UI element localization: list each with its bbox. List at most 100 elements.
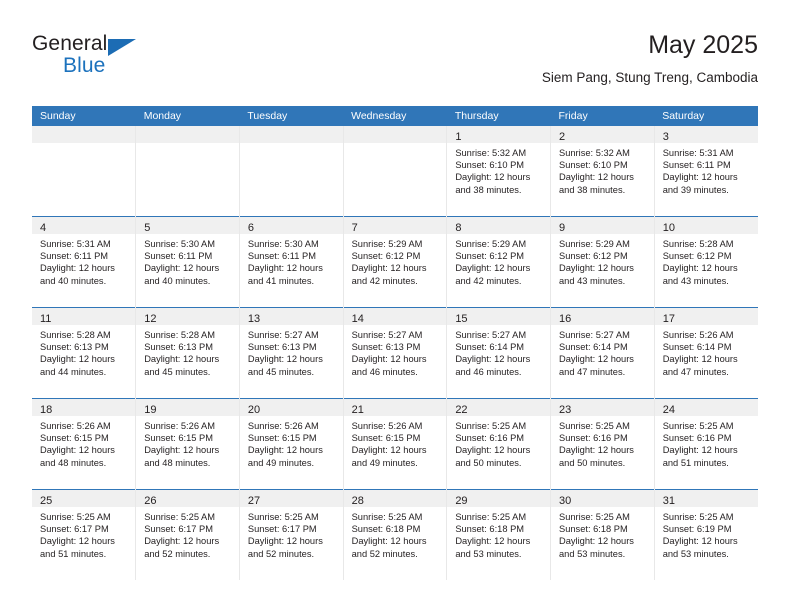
calendar-week-row: 18 Sunrise: 5:26 AM Sunset: 6:15 PM Dayligh… (32, 398, 758, 490)
day-number: 17 (662, 313, 675, 325)
daylight-text-line2: and 44 minutes. (40, 366, 107, 377)
calendar-day-cell[interactable]: 9 Sunrise: 5:29 AM Sunset: 6:12 PM Daylight… (550, 216, 655, 308)
calendar-day-cell[interactable]: 20 Sunrise: 5:26 AM Sunset: 6:15 PM Dayligh… (239, 398, 344, 490)
day-number-band: 20 (239, 399, 343, 416)
day-sun-info: Sunrise: 5:29 AM Sunset: 6:12 PM Daylight:… (447, 234, 550, 287)
sunset-text: Sunset: 6:10 PM (455, 160, 525, 171)
calendar-day-cell-empty (343, 126, 448, 217)
calendar-day-cell[interactable]: 16 Sunrise: 5:27 AM Sunset: 6:14 PM Dayligh… (550, 307, 655, 399)
general-blue-logo[interactable]: General Blue (32, 30, 272, 92)
daylight-text-line1: Daylight: 12 hours (662, 172, 738, 183)
day-sun-info: Sunrise: 5:30 AM Sunset: 6:11 PM Daylight:… (136, 234, 239, 287)
daylight-text-line2: and 50 minutes. (559, 457, 626, 468)
calendar-day-cell[interactable]: 14 Sunrise: 5:27 AM Sunset: 6:13 PM Dayligh… (343, 307, 448, 399)
calendar-day-cell[interactable]: 18 Sunrise: 5:26 AM Sunset: 6:15 PM Dayligh… (32, 398, 137, 490)
calendar-day-cell[interactable]: 31 Sunrise: 5:25 AM Sunset: 6:19 PM Dayligh… (654, 489, 758, 580)
day-sun-info: Sunrise: 5:28 AM Sunset: 6:13 PM Daylight:… (32, 325, 135, 378)
day-sun-info: Sunrise: 5:26 AM Sunset: 6:15 PM Daylight:… (344, 416, 447, 469)
daylight-text-line2: and 42 minutes. (351, 275, 418, 286)
sunrise-text: Sunrise: 5:25 AM (351, 512, 423, 522)
day-sun-info: Sunrise: 5:25 AM Sunset: 6:18 PM Daylight:… (344, 507, 447, 560)
day-number-band (239, 126, 343, 143)
calendar-day-cell-empty (239, 126, 344, 217)
calendar-day-cell[interactable]: 19 Sunrise: 5:26 AM Sunset: 6:15 PM Dayligh… (135, 398, 240, 490)
daylight-text-line2: and 53 minutes. (662, 548, 729, 559)
daylight-text-line2: and 41 minutes. (247, 275, 315, 286)
title-block: May 2025 Siem Pang, Stung Treng, Cambodi… (542, 30, 758, 88)
calendar-day-cell[interactable]: 26 Sunrise: 5:25 AM Sunset: 6:17 PM Dayligh… (135, 489, 240, 580)
calendar-day-cell[interactable]: 30 Sunrise: 5:25 AM Sunset: 6:18 PM Dayligh… (550, 489, 655, 580)
calendar-day-cell[interactable]: 8 Sunrise: 5:29 AM Sunset: 6:12 PM Daylight… (446, 216, 552, 308)
calendar-page: General Blue May 2025 Siem Pang, Stung T… (0, 0, 792, 612)
daylight-text-line1: Daylight: 12 hours (247, 263, 323, 274)
sunrise-text: Sunrise: 5:26 AM (247, 421, 319, 431)
calendar-day-cell[interactable]: 23 Sunrise: 5:25 AM Sunset: 6:16 PM Dayligh… (550, 398, 655, 490)
daylight-text-line2: and 40 minutes. (144, 275, 211, 286)
sunset-text: Sunset: 6:13 PM (351, 342, 421, 353)
daylight-text-line1: Daylight: 12 hours (40, 354, 115, 365)
day-number-band: 7 (343, 217, 447, 234)
sunset-text: Sunset: 6:10 PM (559, 160, 628, 171)
day-sun-info: Sunrise: 5:25 AM Sunset: 6:16 PM Daylight:… (447, 416, 550, 469)
calendar-day-cell[interactable]: 17 Sunrise: 5:26 AM Sunset: 6:14 PM Dayligh… (654, 307, 758, 399)
sunrise-text: Sunrise: 5:27 AM (247, 330, 319, 340)
sunrise-text: Sunrise: 5:25 AM (662, 512, 734, 522)
sunset-text: Sunset: 6:19 PM (662, 524, 732, 535)
day-number: 13 (247, 313, 261, 325)
calendar-day-cell[interactable]: 21 Sunrise: 5:26 AM Sunset: 6:15 PM Dayligh… (343, 398, 448, 490)
daylight-text-line2: and 47 minutes. (559, 366, 626, 377)
day-sun-info: Sunrise: 5:27 AM Sunset: 6:13 PM Daylight:… (344, 325, 447, 378)
calendar-day-cell[interactable]: 12 Sunrise: 5:28 AM Sunset: 6:13 PM Dayligh… (135, 307, 240, 399)
day-number-band: 12 (136, 308, 239, 325)
calendar-day-cell[interactable]: 28 Sunrise: 5:25 AM Sunset: 6:18 PM Dayligh… (343, 489, 448, 580)
day-number: 12 (144, 313, 157, 325)
day-number: 14 (351, 313, 364, 325)
sunset-text: Sunset: 6:15 PM (144, 433, 213, 444)
sunrise-text: Sunrise: 5:29 AM (559, 239, 630, 249)
daylight-text-line2: and 42 minutes. (455, 275, 522, 286)
day-sun-info: Sunrise: 5:27 AM Sunset: 6:14 PM Daylight:… (447, 325, 550, 378)
calendar-day-cell[interactable]: 2 Sunrise: 5:32 AM Sunset: 6:10 PM Daylight… (550, 126, 655, 217)
day-sun-info: Sunrise: 5:25 AM Sunset: 6:17 PM Daylight:… (136, 507, 239, 560)
day-sun-info: Sunrise: 5:25 AM Sunset: 6:18 PM Daylight:… (551, 507, 654, 560)
day-number: 25 (40, 495, 53, 507)
day-number-band: 28 (343, 490, 447, 507)
daylight-text-line1: Daylight: 12 hours (559, 263, 634, 274)
sunset-text: Sunset: 6:14 PM (662, 342, 732, 353)
calendar-day-cell[interactable]: 3 Sunrise: 5:31 AM Sunset: 6:11 PM Daylight… (654, 126, 758, 217)
calendar-day-cell[interactable]: 6 Sunrise: 5:30 AM Sunset: 6:11 PM Daylight… (239, 216, 344, 308)
calendar-day-cell[interactable]: 1 Sunrise: 5:32 AM Sunset: 6:10 PM Daylight… (446, 126, 552, 217)
sunset-text: Sunset: 6:13 PM (247, 342, 317, 353)
calendar-day-cell[interactable]: 5 Sunrise: 5:30 AM Sunset: 6:11 PM Daylight… (135, 216, 240, 308)
daylight-text-line1: Daylight: 12 hours (662, 263, 738, 274)
day-sun-info: Sunrise: 5:25 AM Sunset: 6:16 PM Daylight:… (551, 416, 654, 469)
sunset-text: Sunset: 6:18 PM (351, 524, 421, 535)
day-number-band: 17 (654, 308, 758, 325)
day-sun-info: Sunrise: 5:25 AM Sunset: 6:17 PM Daylight:… (240, 507, 343, 560)
sunrise-text: Sunrise: 5:25 AM (559, 512, 630, 522)
calendar-day-cell[interactable]: 11 Sunrise: 5:28 AM Sunset: 6:13 PM Dayligh… (32, 307, 137, 399)
calendar-day-cell[interactable]: 15 Sunrise: 5:27 AM Sunset: 6:14 PM Dayligh… (446, 307, 552, 399)
day-number: 20 (247, 404, 261, 416)
calendar-day-cell[interactable]: 25 Sunrise: 5:25 AM Sunset: 6:17 PM Dayligh… (32, 489, 137, 580)
sunset-text: Sunset: 6:17 PM (40, 524, 109, 535)
daylight-text-line2: and 38 minutes. (559, 184, 626, 195)
sunrise-text: Sunrise: 5:25 AM (662, 421, 734, 431)
day-number-band: 31 (654, 490, 758, 507)
calendar-day-cell[interactable]: 29 Sunrise: 5:25 AM Sunset: 6:18 PM Dayligh… (446, 489, 552, 580)
calendar-day-cell[interactable]: 10 Sunrise: 5:28 AM Sunset: 6:12 PM Dayligh… (654, 216, 758, 308)
calendar-day-cell[interactable]: 22 Sunrise: 5:25 AM Sunset: 6:16 PM Dayligh… (446, 398, 552, 490)
daylight-text-line1: Daylight: 12 hours (662, 536, 738, 547)
sunset-text: Sunset: 6:11 PM (40, 251, 109, 262)
calendar-day-cell[interactable]: 24 Sunrise: 5:25 AM Sunset: 6:16 PM Dayligh… (654, 398, 758, 490)
day-number-band (343, 126, 447, 143)
calendar-day-cell[interactable]: 13 Sunrise: 5:27 AM Sunset: 6:13 PM Dayligh… (239, 307, 344, 399)
logo-triangle-icon (108, 39, 136, 56)
day-sun-info: Sunrise: 5:29 AM Sunset: 6:12 PM Daylight:… (344, 234, 447, 287)
daylight-text-line1: Daylight: 12 hours (559, 536, 634, 547)
day-number: 1 (455, 131, 462, 143)
calendar-day-cell[interactable]: 27 Sunrise: 5:25 AM Sunset: 6:17 PM Dayligh… (239, 489, 344, 580)
day-sun-info: Sunrise: 5:32 AM Sunset: 6:10 PM Daylight:… (551, 143, 654, 196)
calendar-day-cell[interactable]: 4 Sunrise: 5:31 AM Sunset: 6:11 PM Daylight… (32, 216, 137, 308)
calendar-day-cell[interactable]: 7 Sunrise: 5:29 AM Sunset: 6:12 PM Daylight… (343, 216, 448, 308)
